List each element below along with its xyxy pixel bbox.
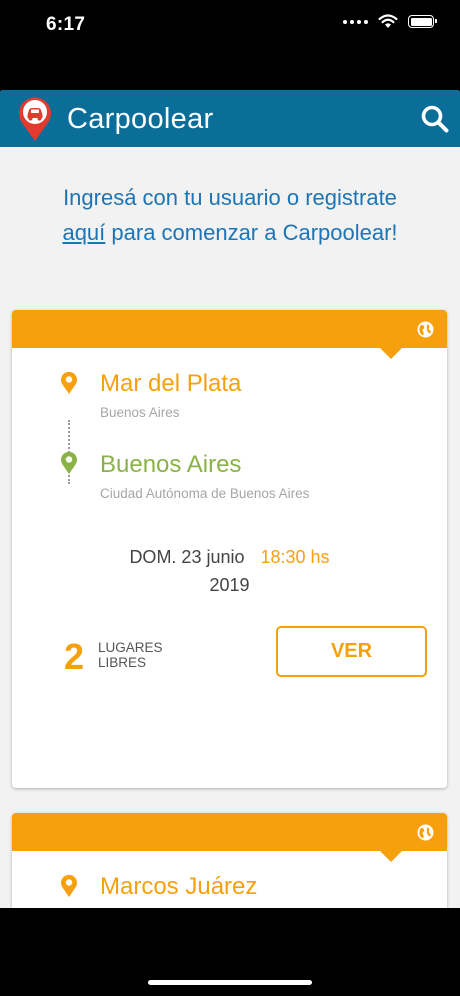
battery-icon — [408, 15, 437, 28]
status-time: 6:17 — [46, 14, 86, 35]
trip-year-row: 2019 — [12, 575, 447, 596]
view-trip-button[interactable]: VER — [276, 626, 427, 677]
trip-card[interactable]: Mar del Plata Buenos Aires Buenos Aires … — [12, 310, 447, 788]
card-banner — [12, 813, 447, 862]
card-banner — [12, 310, 447, 359]
seats-label-line2: LIBRES — [98, 655, 147, 670]
trip-date: DOM. 23 junio 18:30 hs — [12, 547, 447, 568]
intro-text-after: para comenzar a Carpoolear! — [105, 220, 398, 245]
app-frame: Carpoolear Ingresá con tu usuario o regi… — [0, 90, 460, 908]
register-link[interactable]: aquí — [62, 220, 105, 245]
destination-province: Ciudad Autónoma de Buenos Aires — [100, 486, 310, 501]
trip-time: 18:30 hs — [260, 547, 330, 567]
cellular-signal-icon — [343, 19, 368, 24]
trip-year: 2019 — [209, 575, 250, 595]
status-icons — [343, 14, 437, 29]
trip-date-text: DOM. 23 junio — [129, 547, 245, 567]
trip-card[interactable]: Marcos Juárez — [12, 813, 447, 908]
app-title: Carpoolear — [67, 103, 214, 135]
origin-city: Marcos Juárez — [100, 873, 258, 900]
destination-city: Buenos Aires — [100, 451, 242, 478]
home-indicator[interactable] — [148, 980, 312, 985]
origin-pin-icon — [61, 371, 77, 394]
intro-text-before: Ingresá con tu usuario o registrate — [63, 185, 397, 210]
car-pin-logo-icon — [19, 97, 51, 141]
globe-icon — [417, 824, 434, 841]
seats-label-line1: LUGARES — [98, 640, 163, 655]
origin-city: Mar del Plata — [100, 370, 242, 397]
trip-route: Mar del Plata Buenos Aires Buenos Aires … — [12, 348, 447, 518]
app-header: Carpoolear — [0, 90, 460, 147]
trip-route: Marcos Juárez — [12, 851, 447, 908]
globe-icon — [417, 321, 434, 338]
status-bar: 6:17 — [0, 0, 460, 50]
intro-message: Ingresá con tu usuario o registrate aquí… — [40, 180, 420, 250]
origin-province: Buenos Aires — [100, 405, 180, 420]
origin-pin-icon — [61, 874, 77, 897]
seats-count: 2 — [64, 636, 85, 677]
wifi-icon — [378, 14, 398, 28]
search-icon[interactable] — [420, 104, 450, 134]
destination-pin-icon — [61, 451, 77, 474]
seats-label: LUGARES LIBRES — [98, 640, 163, 670]
